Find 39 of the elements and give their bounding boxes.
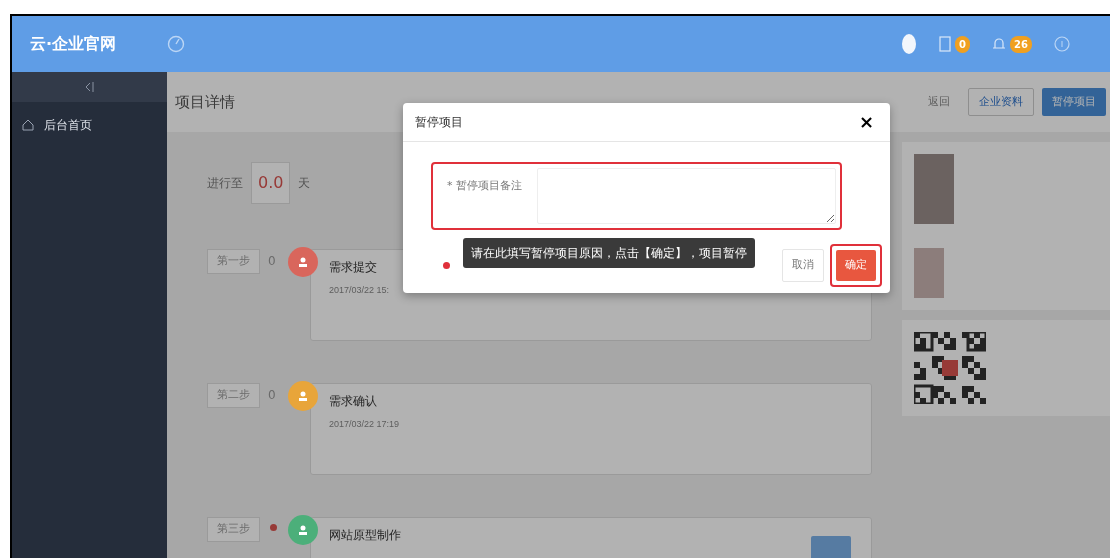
step-count: 0: [268, 387, 277, 404]
action-button[interactable]: [811, 536, 851, 558]
cancel-button[interactable]: 取消: [782, 249, 824, 282]
photo-placeholder: [914, 154, 954, 224]
site-logo[interactable]: 云·企业官网: [12, 32, 167, 56]
speedometer-icon: [167, 35, 185, 53]
step-time: 2017/03/22 15:: [329, 284, 390, 297]
toolbar-button[interactable]: 返回: [918, 87, 960, 117]
confirm-button[interactable]: 确定: [836, 250, 876, 281]
sidebar-item[interactable]: 后台首页: [12, 102, 167, 148]
bell-icon: [992, 36, 1007, 52]
page-title: 项目详情: [175, 91, 235, 113]
clipboard-icon: [939, 36, 952, 52]
step-title: 需求提交: [329, 259, 378, 276]
progress-label: 进行至: [207, 175, 243, 192]
close-button[interactable]: ×: [854, 113, 878, 131]
input-field[interactable]: [537, 168, 836, 224]
user-avatar-icon: [901, 33, 918, 55]
dialog-title: 暂停项目: [415, 114, 463, 131]
step-count: 0: [268, 253, 277, 270]
toolbar-button[interactable]: 企业资料: [968, 87, 1034, 117]
tooltip: 请在此填写暂停项目原因，点击【确定】，项目暂停: [463, 238, 755, 269]
progress-value: 0.0: [251, 162, 291, 204]
progress-unit: 天: [298, 175, 311, 192]
photo-placeholder: [914, 248, 944, 298]
step-title: 网站原型制作: [329, 527, 401, 544]
count-badge: 26: [1010, 35, 1032, 53]
toolbar-button[interactable]: 暂停项目: [1042, 87, 1106, 117]
field-label: * 暂停项目备注: [447, 179, 522, 192]
step-title: 需求确认: [329, 393, 378, 410]
status-dot: [270, 524, 277, 531]
collapse-icon: [83, 82, 96, 92]
info-icon: [1054, 36, 1070, 52]
step-time: 2017/03/22 17:19: [329, 418, 400, 431]
sidebar-label: 后台首页: [44, 117, 92, 134]
count-badge: 0: [955, 35, 971, 53]
home-icon: [22, 119, 34, 131]
qr-code-icon: [914, 332, 986, 404]
pointer-dot: [443, 261, 450, 269]
